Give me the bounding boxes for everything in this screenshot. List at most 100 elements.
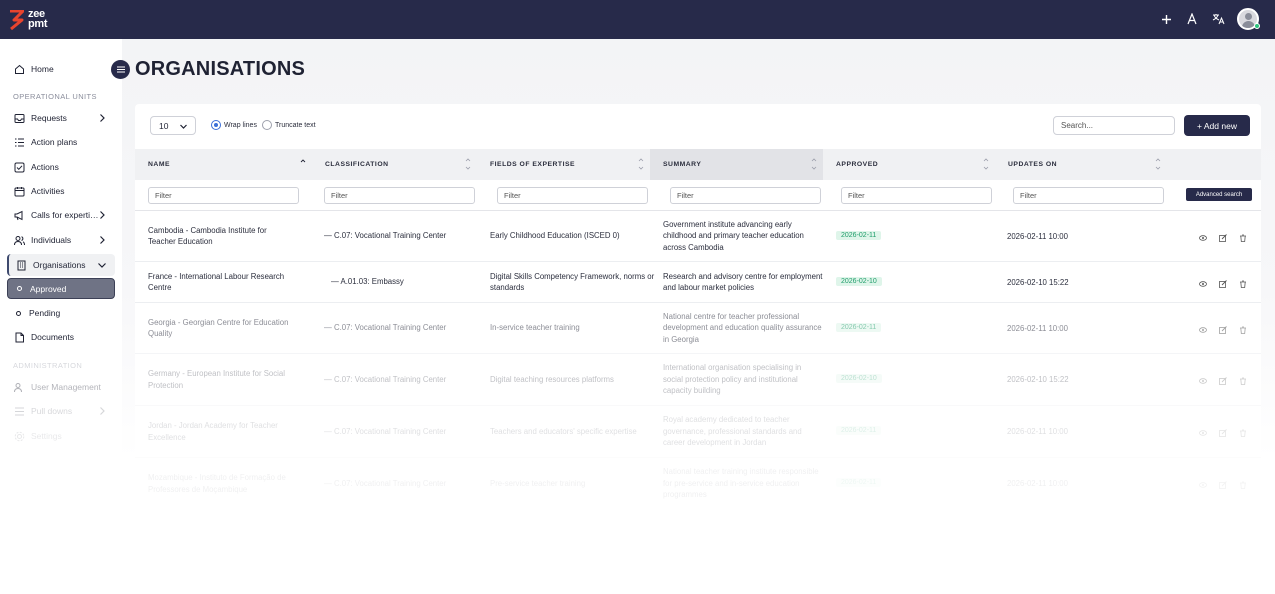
edit-icon[interactable] [1219,325,1227,334]
cell-updated: 2026-02-11 10:00 [1007,479,1068,488]
cell-name: Georgia - Georgian Centre for Education … [148,317,289,339]
cell-classification: — C.07: Vocational Training Center [324,231,447,240]
search-input[interactable]: Search... [1053,116,1175,135]
translate-icon[interactable] [1205,8,1231,30]
edit-icon[interactable] [1219,481,1227,489]
view-icon[interactable] [1199,280,1207,288]
wrap-lines-radio[interactable]: Wrap lines [211,120,257,130]
menu-toggle-button[interactable] [111,60,130,79]
table-row[interactable]: Germany - European Institute for Social … [135,354,1261,406]
cell-name: France - International Labour Research C… [148,271,285,293]
chevron-right-icon [100,407,105,415]
sidebar-item-organisations[interactable]: Organisations [7,254,115,276]
column-filter-input[interactable]: Filter [497,187,648,204]
sidebar-item-activities[interactable]: Activities [7,180,115,202]
chevron-down-icon [180,124,187,129]
table-row[interactable]: France - International Labour Research C… [135,262,1261,303]
delete-icon[interactable] [1239,280,1247,288]
sidebar-item-label: Approved [30,283,67,294]
add-new-button[interactable]: + Add new [1184,115,1250,136]
delete-icon[interactable] [1239,234,1247,242]
plus-icon[interactable] [1153,8,1179,30]
column-filter-input[interactable]: Filter [670,187,821,204]
delete-icon[interactable] [1239,429,1247,437]
sidebar-item-label: Home [31,64,54,74]
column-header[interactable]: CLASSIFICATION [312,149,477,180]
table-row[interactable]: Mozambique - Instituto de Formação de Pr… [135,458,1261,504]
column-header[interactable]: FIELDS OF EXPERTISE [477,149,650,180]
sidebar-item-documents[interactable]: Documents [7,326,115,348]
sidebar-subitem-approved[interactable]: Approved [7,278,115,299]
column-header-label: CLASSIFICATION [325,161,389,168]
edit-icon[interactable] [1219,279,1227,288]
delete-icon[interactable] [1239,326,1247,334]
view-icon[interactable] [1199,429,1207,437]
sidebar-item-individuals[interactable]: Individuals [7,229,115,251]
document-icon [14,332,25,343]
truncate-text-radio[interactable]: Truncate text [262,120,316,130]
wrap-lines-label: Wrap lines [224,121,257,129]
column-header[interactable]: NAME [135,149,312,180]
table-row[interactable]: Cambodia - Cambodia Institute for Teache… [135,211,1261,262]
section-operational-units: OPERATIONAL UNITS [13,92,97,101]
cell-summary: Government institute advancing early chi… [663,219,804,252]
view-icon[interactable] [1199,377,1207,385]
logo-mark-icon [10,10,24,30]
column-header[interactable]: SUMMARY [650,149,823,180]
chevron-down-icon [98,263,106,268]
cell-summary: International organisation specialising … [663,363,802,395]
cell-classification: — C.07: Vocational Training Center [324,323,447,332]
sidebar-item-label: Documents [31,332,74,342]
online-status-dot [1254,23,1260,29]
delete-icon[interactable] [1239,481,1247,489]
advanced-search-button[interactable]: Advanced search [1186,188,1252,201]
edit-icon[interactable] [1219,377,1227,385]
column-filter-input[interactable]: Filter [841,187,992,204]
cell-fields: Teachers and educators' specific experti… [490,426,637,436]
list-icon [14,137,25,148]
sidebar-item-label: User Management [31,382,101,392]
gear-icon [14,431,25,442]
list-icon [14,406,25,417]
row-actions [1199,233,1247,242]
sidebar: Home OPERATIONAL UNITS Requests Action p… [0,39,122,594]
column-header-label: SUMMARY [663,161,702,168]
app-logo[interactable]: zee pmt [9,8,59,32]
sidebar-item-pull-downs[interactable]: Pull downs [7,400,115,422]
view-icon[interactable] [1199,326,1207,334]
row-actions [1199,377,1247,385]
view-icon[interactable] [1199,234,1207,242]
sidebar-item-label: Activities [31,186,65,196]
sidebar-subitem-pending[interactable]: Pending [7,302,115,324]
column-filter-input[interactable]: Filter [1013,187,1164,204]
table-row[interactable]: Jordan - Jordan Academy for Teacher Exce… [135,406,1261,458]
sort-icon [300,159,306,163]
column-header[interactable]: UPDATES ON [995,149,1167,180]
edit-icon[interactable] [1219,233,1227,242]
sidebar-item-requests[interactable]: Requests [7,107,115,129]
page-size-select[interactable]: 10 [150,116,196,135]
font-size-icon[interactable] [1179,8,1205,30]
view-icon[interactable] [1199,481,1207,489]
organisations-table-card: 10 Wrap lines Truncate text Search... + … [135,104,1261,504]
page-size-value: 10 [159,120,169,131]
column-filter-input[interactable]: Filter [324,187,475,204]
table-row[interactable]: Georgia - Georgian Centre for Education … [135,303,1261,354]
column-header[interactable]: APPROVED [823,149,995,180]
edit-icon[interactable] [1219,429,1227,437]
sidebar-item-settings[interactable]: Settings [7,425,115,447]
sidebar-item-actions[interactable]: Actions [7,156,115,178]
sidebar-item-user-management[interactable]: User Management [7,376,115,398]
sidebar-item-home[interactable]: Home [7,58,115,80]
cell-fields: Pre-service teacher training [490,478,586,488]
home-icon [14,64,25,75]
sidebar-item-calls-for-expertise[interactable]: Calls for experti… [7,204,115,226]
row-actions [1199,325,1247,334]
column-header-label: APPROVED [836,161,879,168]
column-filter-input[interactable]: Filter [148,187,299,204]
radio-checked-icon [211,120,221,130]
cell-summary: National teacher training institute resp… [663,467,819,499]
sidebar-item-action-plans[interactable]: Action plans [7,131,115,153]
users-icon [14,382,25,393]
delete-icon[interactable] [1239,377,1247,385]
